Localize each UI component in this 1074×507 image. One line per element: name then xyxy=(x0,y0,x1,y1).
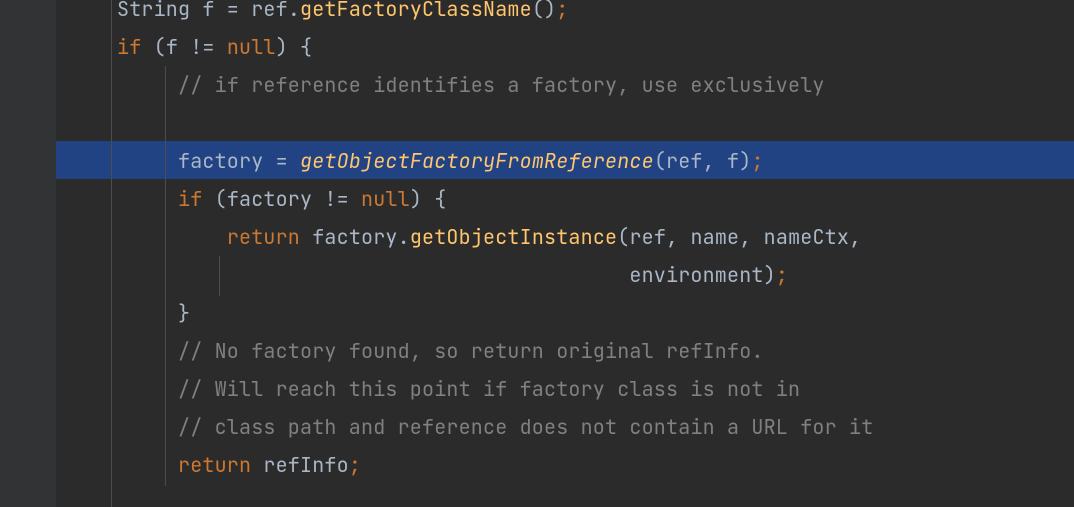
token-punct: , xyxy=(849,224,861,250)
token-punct: , xyxy=(739,224,763,250)
token-op: = xyxy=(215,0,252,22)
token-comment: // if reference identifies a factory, us… xyxy=(178,72,825,98)
token-method: getObjectInstance xyxy=(410,224,617,250)
indent xyxy=(56,34,117,60)
token-ident: f xyxy=(727,148,739,174)
token-ident: f xyxy=(166,34,178,60)
token-ident: environment xyxy=(629,262,763,288)
token-comment: // class path and reference does not con… xyxy=(178,414,873,440)
token-punct: , xyxy=(666,224,690,250)
token-ident: nameCtx xyxy=(764,224,849,250)
token-paren: ) xyxy=(739,148,751,174)
code-line[interactable]: // Will reach this point if factory clas… xyxy=(0,370,873,408)
code-line[interactable]: String f = ref.getFactoryClassName(); xyxy=(0,0,873,28)
token-method: getObjectFactoryFromReference xyxy=(300,148,654,174)
token-ident xyxy=(190,0,202,22)
token-ident xyxy=(300,224,312,250)
indent xyxy=(56,300,178,326)
code-line[interactable]: } xyxy=(0,294,873,332)
code-line[interactable]: if (factory != null) { xyxy=(0,180,873,218)
token-ident: factory xyxy=(227,186,312,212)
token-paren: ( xyxy=(654,148,666,174)
indent xyxy=(56,414,178,440)
token-punct: . xyxy=(398,224,410,250)
token-paren: ) xyxy=(276,34,300,60)
indent xyxy=(56,262,629,288)
token-brace: { xyxy=(300,34,312,60)
token-ident: ref xyxy=(251,0,288,22)
token-comment: // No factory found, so return original … xyxy=(178,338,764,364)
token-method: getFactoryClassName xyxy=(300,0,532,22)
indent xyxy=(56,0,117,22)
token-ident: ref xyxy=(666,148,703,174)
token-paren: ( xyxy=(617,224,629,250)
code-editor[interactable]: String f = ref.getFactoryClassName(); if… xyxy=(0,0,1074,228)
token-type: String xyxy=(117,0,190,22)
indent xyxy=(56,338,178,364)
token-ident: ref xyxy=(629,224,666,250)
indent xyxy=(56,452,178,478)
token-brace: { xyxy=(434,186,446,212)
token-semi: ; xyxy=(349,452,361,478)
token-ident xyxy=(251,452,263,478)
token-paren: ) xyxy=(410,186,434,212)
token-ident: f xyxy=(202,0,214,22)
token-semi: ; xyxy=(751,148,763,174)
indent xyxy=(56,376,178,402)
indent xyxy=(56,186,178,212)
code-line[interactable]: return refInfo; xyxy=(0,446,873,484)
code-line[interactable]: // if reference identifies a factory, us… xyxy=(0,66,873,104)
token-op: != xyxy=(312,186,361,212)
token-punct: , xyxy=(703,148,727,174)
token-kw: if xyxy=(117,34,141,60)
token-kw: null xyxy=(361,186,410,212)
token-paren: () xyxy=(532,0,556,22)
token-comment: // Will reach this point if factory clas… xyxy=(178,376,800,402)
token-kw: return xyxy=(178,452,251,478)
token-ident: factory xyxy=(178,148,263,174)
token-ident: name xyxy=(690,224,739,250)
token-ident: factory xyxy=(312,224,397,250)
token-punct: . xyxy=(288,0,300,22)
code-line[interactable]: environment); xyxy=(0,256,873,294)
token-kw: null xyxy=(227,34,276,60)
token-paren: ( xyxy=(202,186,226,212)
code-line[interactable] xyxy=(0,104,873,142)
indent xyxy=(56,72,178,98)
indent xyxy=(56,224,227,250)
token-op: = xyxy=(263,148,300,174)
code-line[interactable]: factory = getObjectFactoryFromReference(… xyxy=(0,142,873,180)
token-op: != xyxy=(178,34,227,60)
token-brace: } xyxy=(178,300,190,326)
code-line[interactable]: if (f != null) { xyxy=(0,28,873,66)
token-kw: return xyxy=(227,224,300,250)
token-semi: ; xyxy=(776,262,788,288)
token-kw: if xyxy=(178,186,202,212)
token-paren: ( xyxy=(141,34,165,60)
code-lines[interactable]: String f = ref.getFactoryClassName(); if… xyxy=(0,0,873,484)
indent xyxy=(56,148,178,174)
token-semi: ; xyxy=(556,0,568,22)
token-paren: ) xyxy=(764,262,776,288)
token-ident: refInfo xyxy=(263,452,348,478)
code-line[interactable]: return factory.getObjectInstance(ref, na… xyxy=(0,218,873,256)
code-line[interactable]: // class path and reference does not con… xyxy=(0,408,873,446)
code-line[interactable]: // No factory found, so return original … xyxy=(0,332,873,370)
